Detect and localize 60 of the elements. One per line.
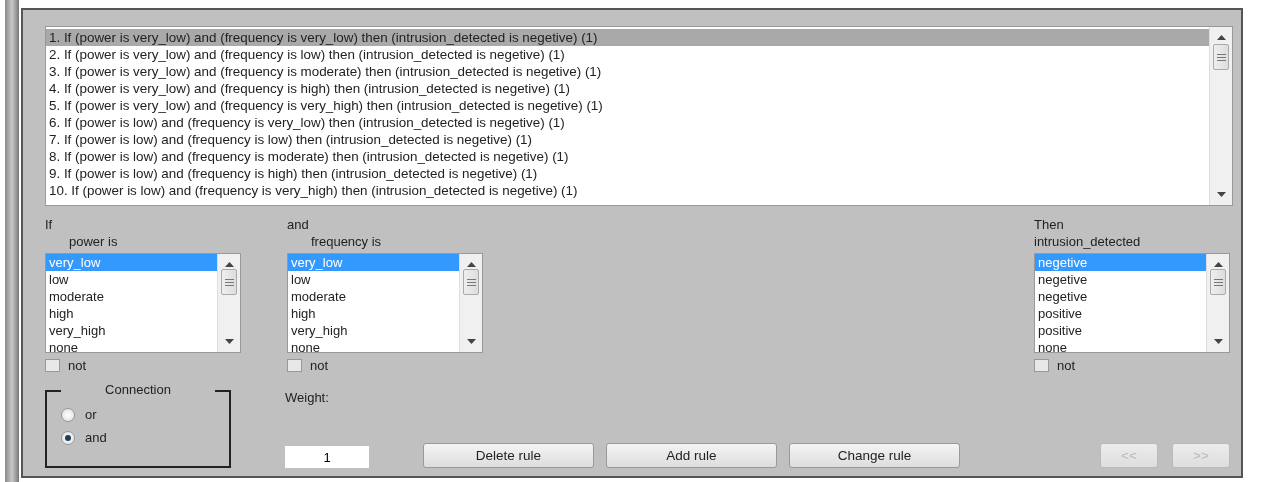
rule-item[interactable]: 5. If (power is very_low) and (frequency is very_high) then (intrusion_detected is negetive) (1) [46, 97, 1209, 114]
list-item[interactable]: high [46, 305, 217, 322]
radio-button[interactable] [61, 430, 75, 445]
scrollbar-thumb[interactable] [1210, 269, 1226, 295]
list-item[interactable]: none [288, 339, 459, 352]
checkbox-label: not [310, 358, 329, 373]
radio-label: or [85, 407, 97, 422]
scroll-down-icon[interactable] [1213, 339, 1223, 344]
scroll-down-icon[interactable] [466, 339, 476, 344]
list-item[interactable]: moderate [288, 288, 459, 305]
not-checkbox[interactable] [45, 359, 60, 372]
group-title: Connection [104, 381, 172, 398]
variable-label: power is [68, 233, 119, 251]
scroll-up-icon[interactable] [224, 262, 234, 267]
list-item[interactable]: moderate [46, 288, 217, 305]
rule-item[interactable]: 7. If (power is low) and (frequency is low) then (intrusion_detected is negetive) (1) [46, 131, 1209, 148]
rule-button[interactable]: Delete rule [423, 443, 594, 468]
scrollbar-thumb[interactable] [463, 269, 479, 295]
checkbox-label: not [1057, 358, 1076, 373]
list-item[interactable]: none [1035, 339, 1206, 352]
rule-item[interactable]: 1. If (power is very_low) and (frequency is very_low) then (intrusion_detected is negetive) (1) [46, 29, 1209, 46]
list-item[interactable]: negetive [1035, 271, 1206, 288]
list-item[interactable]: very_high [46, 322, 217, 339]
list-item[interactable]: negetive [1035, 288, 1206, 305]
scroll-down-icon[interactable] [224, 339, 234, 344]
variable-label: frequency is [310, 233, 383, 251]
rule-item[interactable]: 6. If (power is low) and (frequency is very_low) then (intrusion_detected is negetive) (1) [46, 114, 1209, 131]
section-label: Then [1034, 216, 1065, 233]
weight-label: Weight: [285, 390, 330, 405]
checkbox-label: not [68, 358, 87, 373]
rule-item[interactable]: 2. If (power is very_low) and (frequency is low) then (intrusion_detected is negetive) (1) [46, 46, 1209, 63]
list-item[interactable]: low [46, 271, 217, 288]
rule-item[interactable]: 9. If (power is low) and (frequency is high) then (intrusion_detected is negetive) (1) [46, 165, 1209, 182]
rule-item[interactable]: 10. If (power is low) and (frequency is very_high) then (intrusion_detected is negetive) (1) [46, 182, 1209, 199]
rule-item[interactable]: 3. If (power is very_low) and (frequency is moderate) then (intrusion_detected is negetive) (1) [46, 63, 1209, 80]
scroll-up-icon[interactable] [466, 262, 476, 267]
radio-label: and [85, 430, 107, 445]
list-item[interactable]: high [288, 305, 459, 322]
list-item[interactable]: low [288, 271, 459, 288]
radio-button[interactable] [61, 407, 75, 422]
rule-item[interactable]: 4. If (power is very_low) and (frequency is high) then (intrusion_detected is negetive) (1) [46, 80, 1209, 97]
rule-item[interactable]: 8. If (power is low) and (frequency is moderate) then (intrusion_detected is negetive) (1) [46, 148, 1209, 165]
not-checkbox[interactable] [287, 359, 302, 372]
scrollbar-thumb[interactable] [1213, 44, 1229, 70]
section-label: and [287, 216, 310, 233]
list-item[interactable]: none [46, 339, 217, 352]
weight-field[interactable]: 1 [285, 446, 369, 468]
list-item[interactable]: positive [1035, 305, 1206, 322]
scroll-up-icon[interactable] [1213, 262, 1223, 267]
not-checkbox[interactable] [1034, 359, 1049, 372]
rule-button[interactable]: Change rule [789, 443, 960, 468]
variable-label: intrusion_detected [1034, 233, 1142, 251]
rule-button[interactable]: Add rule [606, 443, 777, 468]
scrollbar-thumb[interactable] [221, 269, 237, 295]
list-item[interactable]: positive [1035, 322, 1206, 339]
list-item[interactable]: very_high [288, 322, 459, 339]
rules-listbox[interactable] [45, 26, 1233, 206]
scroll-up-icon[interactable] [1216, 35, 1226, 40]
section-label: If [45, 216, 54, 233]
scroll-down-icon[interactable] [1216, 192, 1226, 197]
